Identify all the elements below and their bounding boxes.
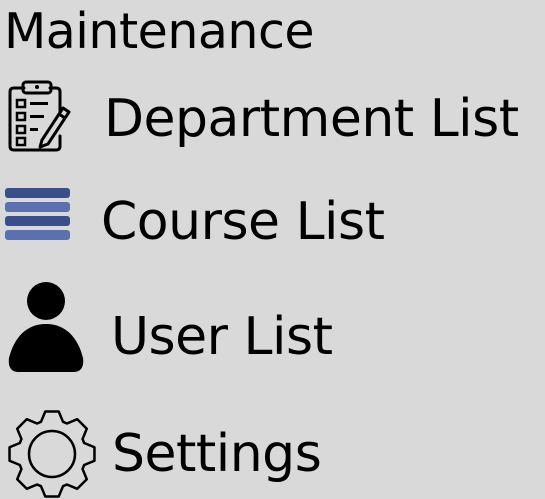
menu-item-settings[interactable]: Settings [0,404,545,499]
menu-item-department-list[interactable]: Department List [0,78,545,158]
menu-item-label: Course List [101,192,385,252]
menu-item-label: Settings [112,424,322,484]
menu-item-user-list[interactable]: User List [0,278,545,378]
stacked-bars-icon [5,188,70,240]
clipboard-edit-icon [8,80,71,152]
page-title: Maintenance [4,3,315,60]
menu-item-course-list[interactable]: Course List [0,180,545,260]
menu-item-label: User List [111,307,333,367]
user-icon [8,282,84,372]
menu-item-label: Department List [104,89,519,149]
gear-icon [8,410,96,498]
